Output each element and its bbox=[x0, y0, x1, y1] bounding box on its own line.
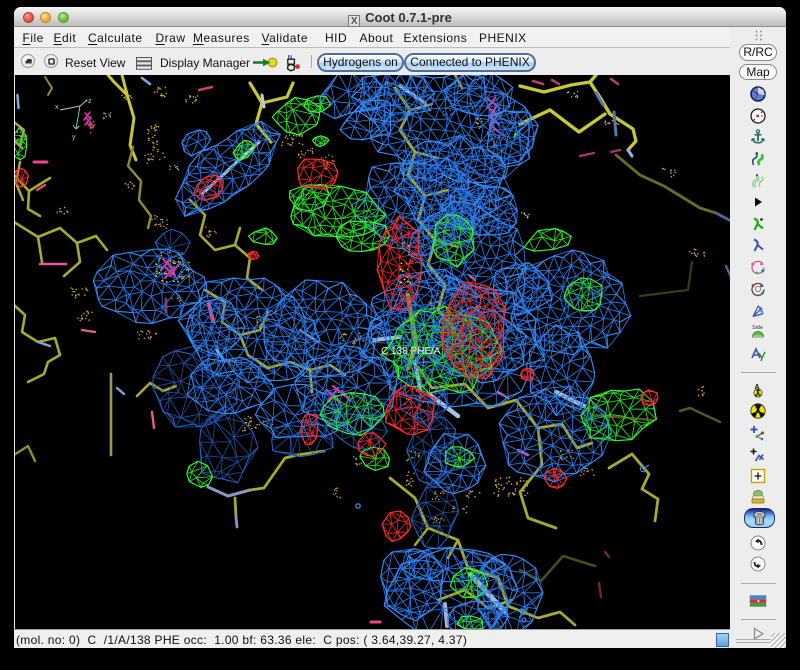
svg-text:C 138 PHE/A: C 138 PHE/A bbox=[381, 346, 441, 357]
svg-text:z: z bbox=[88, 98, 92, 105]
svg-text:x: x bbox=[55, 104, 59, 111]
svg-text:N: N bbox=[288, 56, 292, 62]
svg-text:Side: Side bbox=[752, 325, 763, 331]
svg-text:y: y bbox=[72, 134, 76, 141]
